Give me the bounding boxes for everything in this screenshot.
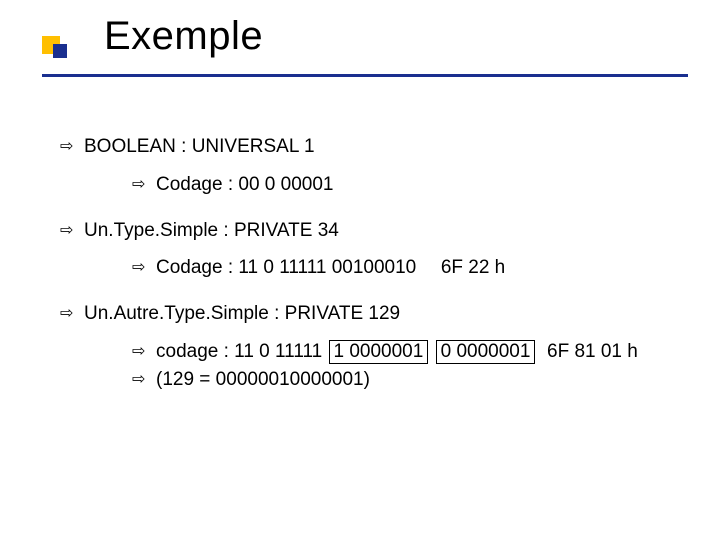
arrow-icon: ⇨ [132, 258, 145, 278]
sub-bullet-codage-34: ⇨ Codage : 11 0 11111 00100010 6F 22 h [132, 256, 680, 280]
bullet-text-post: 6F 22 h [441, 257, 505, 278]
sub-bullet-codage-129: ⇨ codage : 11 0 11111 1 0000001 0 000000… [132, 340, 680, 364]
sub-bullet-codage-bool: ⇨ Codage : 00 0 00001 [132, 173, 680, 197]
bullet-text-pre: codage : 11 0 11111 [156, 341, 322, 362]
page-title: Exemple [104, 14, 263, 59]
bullet-text: Codage : 00 0 00001 [156, 174, 334, 195]
title-area: Exemple [42, 14, 700, 72]
arrow-icon: ⇨ [132, 342, 145, 362]
bullet-text: Un.Type.Simple : PRIVATE 34 [84, 220, 339, 241]
bullet-text: (129 = 00000010000001) [156, 369, 370, 390]
title-underline [42, 74, 688, 77]
sub-bullet-129-binary: ⇨ (129 = 00000010000001) [132, 368, 680, 392]
bullet-text-pre: Codage : 11 0 11111 00100010 [156, 257, 416, 278]
bullet-text: BOOLEAN : UNIVERSAL 1 [84, 136, 315, 157]
boxed-octet-2: 0 0000001 [436, 340, 536, 364]
accent-square-blue [53, 44, 67, 58]
bullet-text: Un.Autre.Type.Simple : PRIVATE 129 [84, 303, 400, 324]
arrow-icon: ⇨ [60, 221, 73, 241]
body-content: ⇨ BOOLEAN : UNIVERSAL 1 ⇨ Codage : 00 0 … [60, 135, 680, 413]
bullet-untypesimple: ⇨ Un.Type.Simple : PRIVATE 34 ⇨ Codage :… [60, 219, 680, 281]
arrow-icon: ⇨ [60, 137, 73, 157]
boxed-octet-1: 1 0000001 [329, 340, 429, 364]
arrow-icon: ⇨ [132, 370, 145, 390]
arrow-icon: ⇨ [60, 304, 73, 324]
arrow-icon: ⇨ [132, 175, 145, 195]
bullet-text-hex: 6F 81 01 h [547, 341, 638, 362]
bullet-boolean: ⇨ BOOLEAN : UNIVERSAL 1 ⇨ Codage : 00 0 … [60, 135, 680, 197]
bullet-unautre: ⇨ Un.Autre.Type.Simple : PRIVATE 129 ⇨ c… [60, 302, 680, 391]
slide: Exemple ⇨ BOOLEAN : UNIVERSAL 1 ⇨ Codage… [0, 0, 720, 540]
